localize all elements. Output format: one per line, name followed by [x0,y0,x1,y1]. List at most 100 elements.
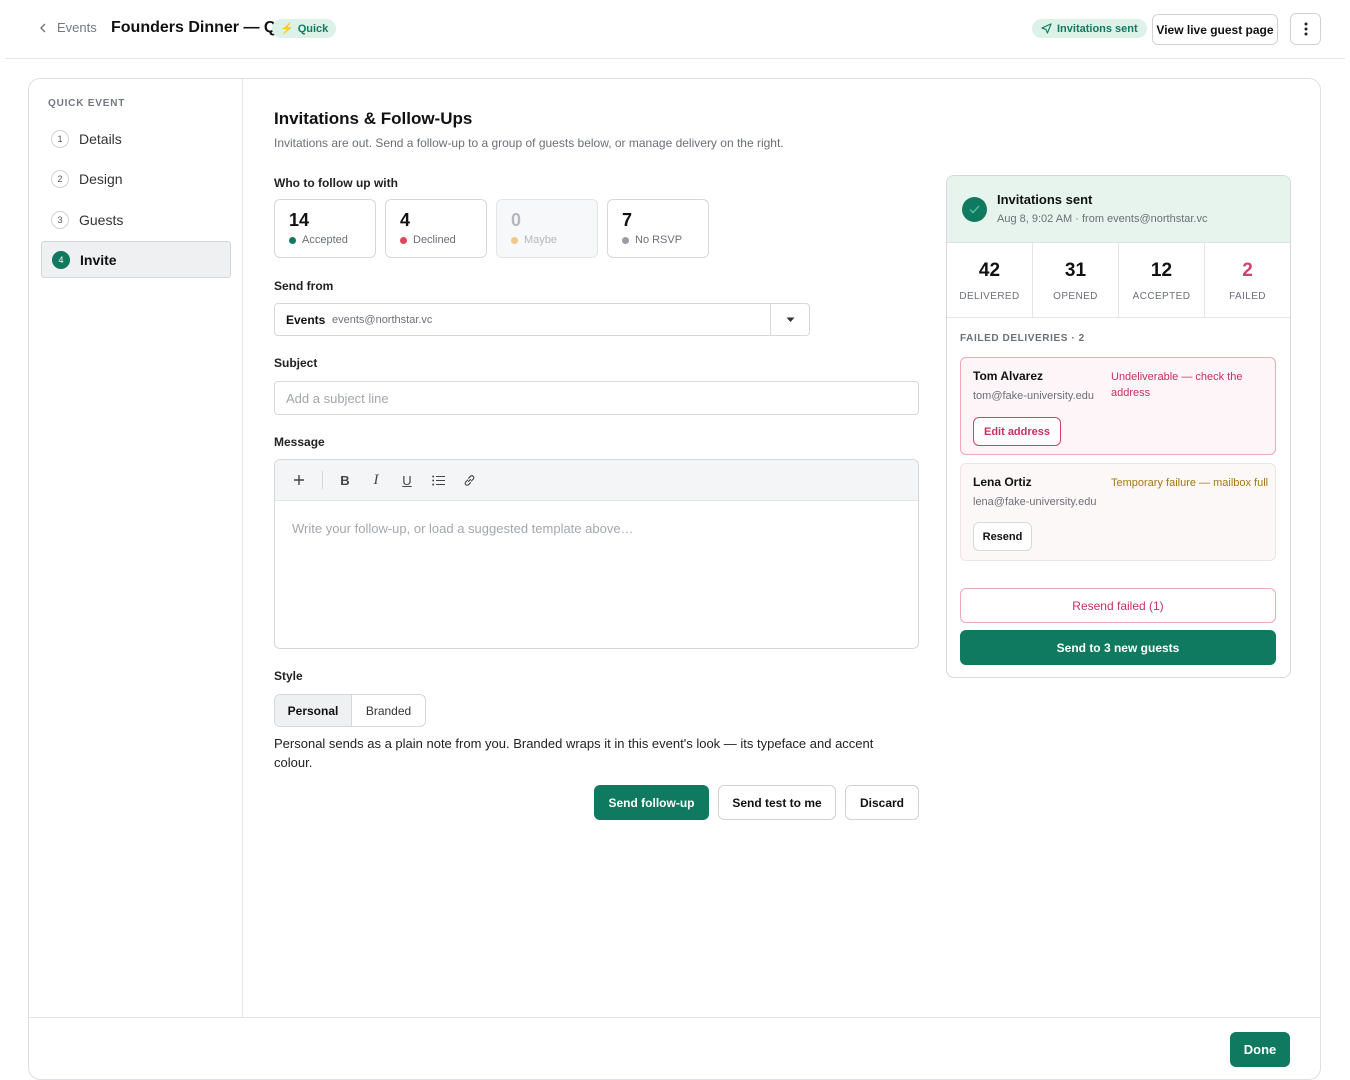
italic-button[interactable]: I [366,470,386,490]
step-label: Invite [80,251,117,268]
rsvp-count: 14 [289,210,310,230]
section-heading: Invitations & Follow-Ups [274,109,473,128]
sender-name: Events [286,313,326,327]
rsvp-count: 0 [511,210,522,230]
back-label: Events [57,20,97,35]
plus-icon [294,475,304,485]
insert-template-button[interactable] [289,470,309,490]
page-title: Founders Dinner — Q3 [111,19,286,36]
step-details[interactable]: 1 Details [41,120,231,157]
link-button[interactable] [459,470,479,490]
style-branded-option[interactable]: Branded [352,695,425,726]
resend-button[interactable]: Resend [973,522,1032,551]
sidebar-title: QUICK EVENT [48,98,126,109]
step-label: Guests [79,211,124,228]
step-label: Details [79,130,122,147]
send-test-button[interactable]: Send test to me [718,785,836,820]
rsvp-label: Accepted [302,234,348,246]
bold-icon: B [340,472,350,488]
lightning-icon: ⚡ [280,23,294,35]
quick-badge-label: Quick [297,22,329,35]
failed-deliveries-title: FAILED DELIVERIES · 2 [960,333,1085,344]
quick-badge: ⚡ Quick [272,19,337,38]
rsvp-no-rsvp-card[interactable]: 7 No RSVP [607,199,709,258]
dropdown-toggle[interactable] [770,304,809,335]
status-dot-icon [622,236,629,244]
underline-button[interactable]: U [397,470,417,490]
stat-label: FAILED [1229,291,1266,302]
discard-button[interactable]: Discard [845,785,919,820]
guest-name: Tom Alvarez [973,369,1044,383]
follow-up-label: Who to follow up with [274,176,398,190]
section-subheading: Invitations are out. Send a follow-up to… [274,136,784,150]
rsvp-label: Declined [413,234,456,246]
guest-email: tom@fake-university.edu [973,390,1095,402]
top-bar: Events Founders Dinner — Q3 ⚡ Quick Invi… [5,0,1345,59]
more-vertical-icon [1304,22,1307,36]
failed-delivery-item: Lena Ortiz lena@fake-university.edu Temp… [960,463,1276,561]
more-options-button[interactable] [1290,13,1321,45]
step-number: 4 [52,250,70,269]
rsvp-label: Maybe [524,234,558,246]
rsvp-accepted-card[interactable]: 14 Accepted [274,199,376,258]
italic-icon: I [373,471,379,488]
step-invite[interactable]: 4 Invite [41,241,231,278]
footer-bar: Done [29,1017,1320,1079]
done-button[interactable]: Done [1230,1032,1290,1067]
stat-label: ACCEPTED [1132,291,1191,302]
rsvp-count: 7 [622,210,633,230]
status-dot-icon [400,236,407,244]
list-icon [431,475,445,485]
stat-value: 12 [1150,260,1173,281]
failure-reason: Temporary failure — mailbox full [1111,477,1269,489]
stat-delivered: 42 DELIVERED [947,243,1033,317]
step-number: 2 [51,169,69,188]
bold-button[interactable]: B [335,470,355,490]
subject-input[interactable] [274,381,919,415]
delivery-subtitle: Aug 8, 9:02 AM · from events@northstar.v… [997,213,1208,225]
step-design[interactable]: 2 Design [41,160,231,197]
stat-opened: 31 OPENED [1033,243,1119,317]
send-to-new-guests-button[interactable]: Send to 3 new guests [960,630,1276,665]
message-placeholder: Write your follow-up, or load a suggeste… [292,521,634,536]
check-circle-icon [962,197,987,222]
send-follow-up-button[interactable]: Send follow-up [594,785,709,820]
back-to-events-link[interactable]: Events [37,20,97,35]
rsvp-count: 4 [400,210,411,230]
style-personal-option[interactable]: Personal [275,695,352,726]
style-label: Style [274,669,303,683]
editor-toolbar: B I U [275,460,918,501]
message-editor[interactable]: B I U Write your follow-up, or load a su… [274,459,919,649]
stat-failed: 2 FAILED [1205,243,1290,317]
delivery-title: Invitations sent [997,192,1093,207]
step-number: 1 [51,129,69,148]
failure-reason: Undeliverable — check the address [1111,371,1243,399]
send-from-label: Send from [274,279,334,293]
message-label: Message [274,435,325,449]
rsvp-maybe-card: 0 Maybe [496,199,598,258]
resend-failed-button[interactable]: Resend failed (1) [960,588,1276,623]
subject-label: Subject [274,356,318,370]
view-live-guest-page-button[interactable]: View live guest page [1152,14,1278,45]
bullet-list-button[interactable] [428,470,448,490]
step-number: 3 [51,210,69,229]
chevron-left-icon [40,23,46,32]
stat-value: 42 [978,260,1001,281]
stat-label: OPENED [1053,291,1098,302]
edit-address-button[interactable]: Edit address [973,417,1061,446]
delivery-stats: 42 DELIVERED 31 OPENED 12 ACCEPTED 2 FAI… [947,243,1290,318]
status-pill-label: Invitations sent [1057,22,1138,35]
step-guests[interactable]: 3 Guests [41,201,231,238]
toolbar-divider [322,471,323,489]
underline-icon: U [402,472,412,488]
rsvp-declined-card[interactable]: 4 Declined [385,199,487,258]
delivery-panel: Invitations sent Aug 8, 9:02 AM · from e… [946,175,1291,678]
stat-value: 31 [1064,260,1087,281]
send-from-select[interactable]: Events events@northstar.vc [274,303,810,336]
failed-delivery-item: Tom Alvarez tom@fake-university.edu Unde… [960,357,1276,455]
status-dot-icon [289,236,296,244]
guest-email: lena@fake-university.edu [973,496,1097,508]
invitations-sent-status: Invitations sent [1032,19,1147,38]
caret-down-icon [786,317,794,322]
style-description: Personal sends as a plain note from you.… [274,736,874,770]
